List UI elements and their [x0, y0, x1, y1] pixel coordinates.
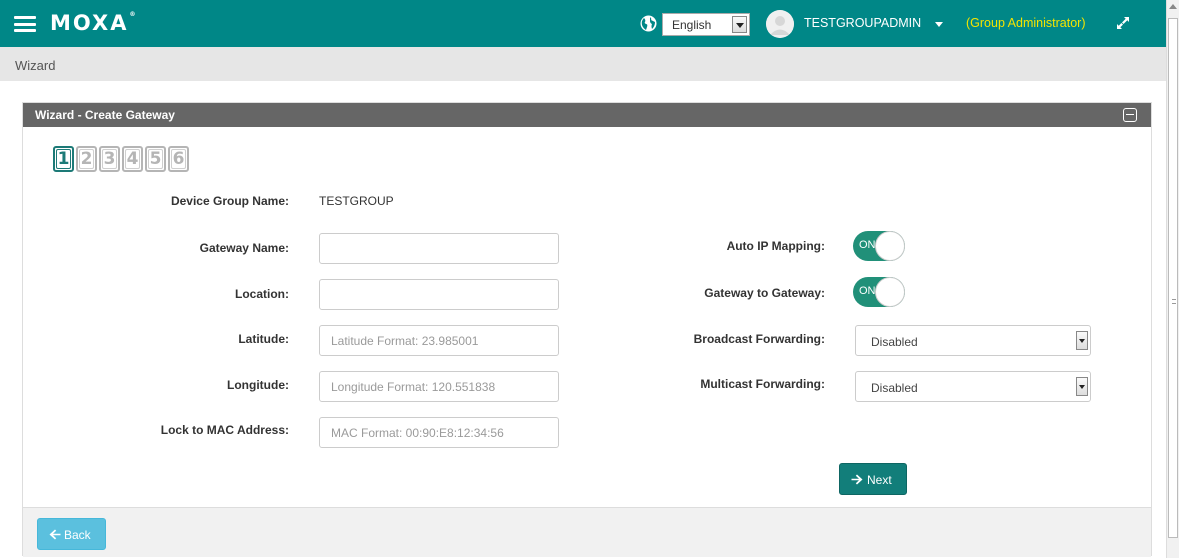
logo-text: MOXA [50, 11, 129, 35]
step-4: 4 [122, 146, 143, 172]
mac-address-input[interactable] [319, 417, 559, 448]
device-group-value: TESTGROUP [319, 194, 394, 208]
location-label: Location: [235, 287, 289, 301]
scrollbar-thumb[interactable] [1168, 18, 1178, 538]
chevron-down-icon[interactable] [1076, 331, 1088, 350]
caret-down-icon[interactable] [935, 22, 943, 27]
user-menu[interactable]: TESTGROUPADMIN [804, 16, 921, 30]
gateway-name-label: Gateway Name: [199, 241, 289, 255]
auto-ip-mapping-label: Auto IP Mapping: [726, 239, 825, 253]
multicast-forwarding-label: Multicast Forwarding: [700, 377, 825, 391]
toggle-knob [875, 277, 905, 307]
breadcrumb-item: Wizard [15, 58, 56, 73]
longitude-input[interactable] [319, 371, 559, 402]
next-button[interactable]: Next [839, 463, 907, 495]
moxa-logo: MOXA® [50, 11, 135, 35]
multicast-forwarding-value: Disabled [871, 381, 918, 395]
back-button[interactable]: Back [37, 518, 106, 550]
role-label: (Group Administrator) [966, 16, 1086, 30]
panel-footer: Back [23, 507, 1151, 557]
step-3: 3 [99, 146, 120, 172]
arrow-right-icon [851, 474, 863, 485]
step-5: 5 [145, 146, 166, 172]
toggle-knob [875, 231, 905, 261]
latitude-input[interactable] [319, 325, 559, 356]
gateway-name-input[interactable] [319, 233, 559, 264]
language-value: English [672, 18, 712, 32]
gateway-to-gateway-label: Gateway to Gateway: [704, 286, 825, 300]
grip-icon [1172, 299, 1176, 304]
wizard-panel: Wizard - Create Gateway 1 2 3 4 5 6 Devi… [22, 102, 1152, 557]
scroll-up-icon[interactable] [1169, 4, 1177, 9]
panel-header: Wizard - Create Gateway [23, 103, 1151, 127]
device-group-label: Device Group Name: [170, 194, 289, 208]
step-2: 2 [76, 146, 97, 172]
logo-mark: ® [129, 11, 136, 18]
menu-icon[interactable] [14, 16, 36, 32]
page-scrollbar[interactable] [1166, 0, 1179, 558]
next-button-label: Next [867, 473, 892, 487]
back-button-label: Back [64, 528, 91, 542]
step-6: 6 [168, 146, 189, 172]
globe-icon[interactable] [640, 15, 657, 32]
panel-title: Wizard - Create Gateway [35, 108, 175, 122]
step-1[interactable]: 1 [53, 146, 74, 172]
toggle-on-label: ON [859, 285, 876, 297]
avatar-icon[interactable] [766, 10, 794, 38]
language-select[interactable]: English [662, 13, 750, 36]
expand-icon[interactable] [1115, 15, 1131, 31]
broadcast-forwarding-label: Broadcast Forwarding: [693, 332, 825, 346]
auto-ip-mapping-toggle[interactable]: ON [853, 231, 905, 261]
toggle-on-label: ON [859, 239, 876, 251]
top-bar: MOXA® English TESTGROUPADMIN (Group Admi… [0, 0, 1166, 47]
latitude-label: Latitude: [238, 332, 289, 346]
chevron-down-icon[interactable] [1076, 377, 1088, 396]
collapse-icon[interactable] [1123, 108, 1137, 122]
location-input[interactable] [319, 279, 559, 310]
broadcast-forwarding-value: Disabled [871, 335, 918, 349]
mac-address-label: Lock to MAC Address: [160, 423, 289, 437]
arrow-left-icon [49, 529, 61, 540]
breadcrumb: Wizard [0, 47, 1166, 81]
broadcast-forwarding-select[interactable]: Disabled [855, 325, 1091, 356]
longitude-label: Longitude: [227, 378, 289, 392]
chevron-down-icon[interactable] [732, 16, 747, 33]
multicast-forwarding-select[interactable]: Disabled [855, 371, 1091, 402]
gateway-to-gateway-toggle[interactable]: ON [853, 277, 905, 307]
